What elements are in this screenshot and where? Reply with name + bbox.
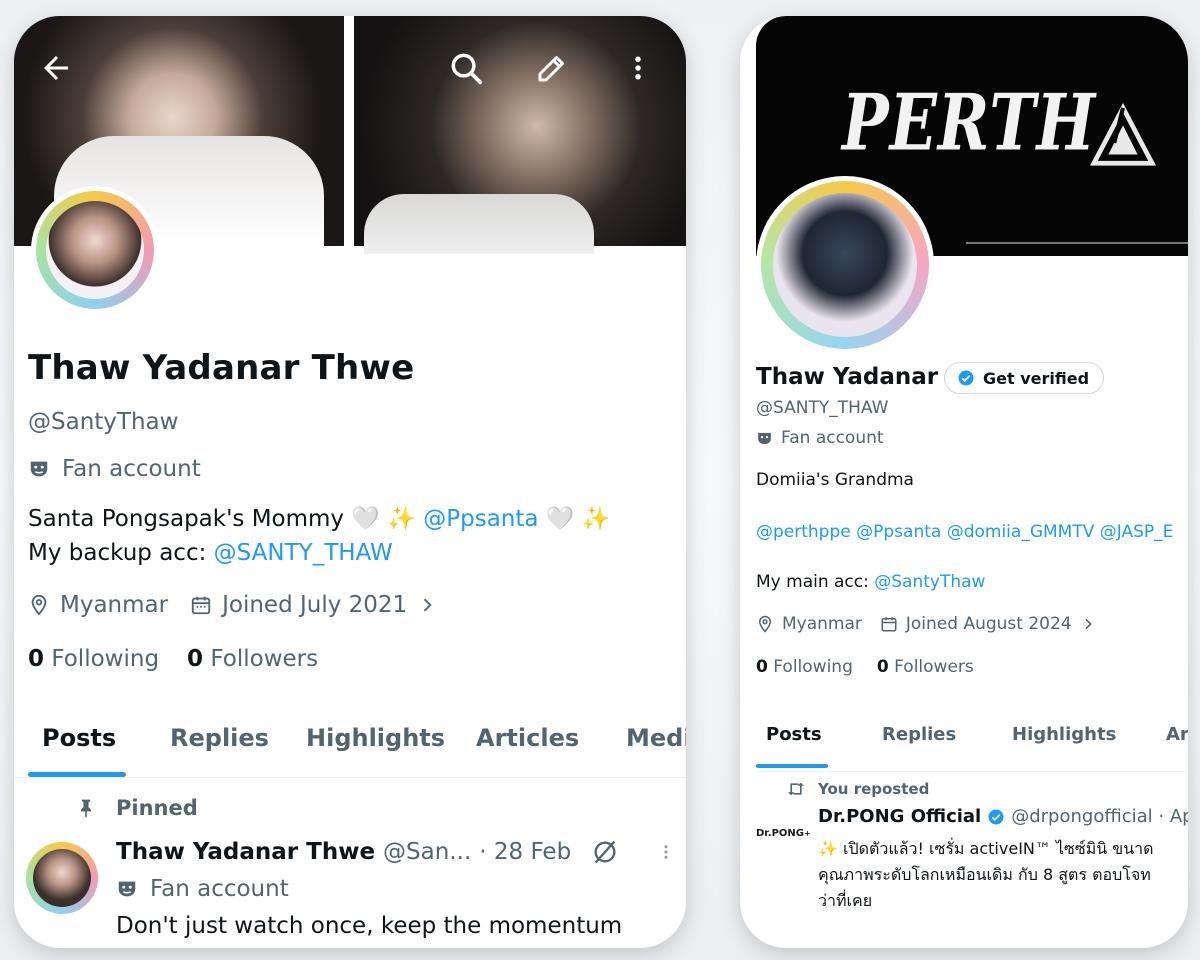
tab-highlights[interactable]: Highlights [1012,724,1116,745]
follow-stats: 0 Following 0 Followers [756,657,974,677]
post-author-name[interactable]: Dr.PONG Official [818,806,981,827]
location-pin-icon [31,594,47,616]
profile-tabs: Posts Replies Highlights Articles Medi [14,716,686,778]
calendar-icon [881,617,897,632]
back-button[interactable] [34,46,78,90]
tab-articles[interactable]: Articles [476,724,579,752]
fan-account-text: Fan account [781,428,884,448]
active-tab-indicator [28,772,126,777]
backup-acc-text: My backup acc: [28,540,207,566]
joined-date[interactable]: Joined August 2024 [906,614,1072,634]
following-link[interactable]: 0 Following [28,646,159,672]
heart-sparkle-emoji: 🤍 ✨ [351,506,416,532]
post-text-line-2: คุณภาพระดับโลกเหมือนเดิม กับ 8 สูตร ตอบโ… [818,865,1151,884]
location-text: Myanmar [60,592,169,618]
display-name: Thaw Yadanar [756,364,939,390]
theater-mask-icon [118,881,136,897]
profile-bio: Domiia's Grandma [756,470,914,490]
edit-button[interactable] [530,46,574,90]
chevron-right-icon[interactable] [417,595,437,615]
pinned-label: Pinned [76,796,198,820]
verified-badge-icon [988,809,1004,824]
more-vertical-icon[interactable] [657,838,675,866]
tweet-fan-text: Fan account [150,876,289,902]
post-header: Dr.PONG Official @drpongofficial · Ap [818,806,1188,827]
display-name: Thaw Yadanar Thwe [28,348,415,388]
tab-highlights[interactable]: Highlights [306,724,445,752]
profile-bio: Santa Pongsapak's Mommy 🤍 ✨ @Ppsanta 🤍 ✨… [28,502,610,570]
calendar-icon [191,596,211,615]
post-author-handle: @drpongofficial · Ap [1011,806,1188,827]
profile-meta: Myanmar Joined August 2024 [756,614,1096,634]
profile-avatar[interactable] [756,176,934,354]
more-button[interactable] [616,46,660,90]
tweet-avatar[interactable] [26,842,98,914]
bio-mention-link[interactable]: @Ppsanta [423,506,538,532]
tweet-author-handle: @San... [383,839,472,865]
fan-account-label: Fan account [756,428,884,448]
location-pin-icon [758,615,772,633]
theater-mask-icon [30,461,48,477]
user-handle: @SantyThaw [28,409,179,435]
following-link[interactable]: 0 Following [756,657,853,677]
main-acc-link[interactable]: @SantyThaw [874,572,985,592]
profile-meta: Myanmar Joined July 2021 [28,592,437,618]
post-text-line-1: ✨ เปิดตัวแล้ว! เซรั่ม activeIN™ ไซซ์มินิ… [818,839,1154,858]
repost-text: You reposted [818,780,930,798]
main-acc-line: My main acc: @SantyThaw [756,572,985,592]
theater-mask-icon [758,432,771,444]
tweet-fan-label: Fan account [116,876,289,902]
drpong-avatar[interactable]: Dr.PONG + [756,821,812,845]
more-vertical-icon [635,56,641,80]
search-button[interactable] [444,46,488,90]
search-icon [451,53,483,85]
fan-account-label: Fan account [28,456,201,482]
backup-acc-link[interactable]: @SANTY_THAW [214,540,393,566]
tab-posts[interactable]: Posts [766,724,822,745]
screenshot-canvas: Thaw Yadanar Thwe @SantyThaw Fan account… [0,0,1200,960]
right-profile-card: PERTH Thaw Yadanar Get verified @SANTY_T… [740,16,1188,948]
repost-icon [788,782,804,796]
get-verified-button[interactable]: Get verified [944,362,1105,394]
tab-media[interactable]: Medi [626,724,686,752]
main-acc-text: My main acc: [756,572,869,592]
tweet-date[interactable]: · 28 Feb [479,839,571,865]
profile-tabs: Posts Replies Highlights Ar [756,716,1188,772]
arrow-left-icon [44,56,68,80]
tweet-text: Don't just watch once, keep the momentum [116,913,623,939]
grok-icon[interactable] [591,838,619,866]
bio-mentions[interactable]: @perthppe @Ppsanta @domiia_GMMTV @JASP_E [756,522,1173,542]
followers-link[interactable]: 0 Followers [187,646,318,672]
repost-indicator: You reposted [786,780,929,798]
verified-badge-icon [958,370,974,386]
pencil-icon [538,56,564,82]
banner-logo-text: PERTH [842,76,1097,169]
tweet-author-name[interactable]: Thaw Yadanar Thwe [116,839,375,865]
banner-divider-line [966,242,1188,244]
get-verified-label: Get verified [983,368,1090,388]
tab-replies[interactable]: Replies [170,724,269,752]
follow-stats: 0 Following 0 Followers [28,646,318,672]
pin-icon [81,799,91,818]
left-profile-card: Thaw Yadanar Thwe @SantyThaw Fan account… [14,16,686,948]
post-text: ✨ เปิดตัวแล้ว! เซรั่ม activeIN™ ไซซ์มินิ… [818,836,1188,914]
pinned-text: Pinned [116,796,198,820]
heart-sparkle-emoji-end: 🤍 ✨ [545,506,611,532]
location-text: Myanmar [782,614,862,634]
joined-date[interactable]: Joined July 2021 [222,592,407,618]
fan-account-text: Fan account [62,456,201,482]
tab-articles[interactable]: Ar [1166,724,1188,745]
triangle-logo-icon [1089,102,1157,166]
chevron-right-icon[interactable] [1080,616,1096,632]
tab-replies[interactable]: Replies [882,724,956,745]
followers-link[interactable]: 0 Followers [877,657,974,677]
tab-posts[interactable]: Posts [42,724,116,752]
post-text-line-3: ว่าที่เคย [818,891,873,910]
bio-text: Santa Pongsapak's Mommy [28,506,345,532]
user-handle: @SANTY_THAW [756,398,889,418]
tweet-header: Thaw Yadanar Thwe @San... · 28 Feb [116,838,675,866]
active-tab-indicator [756,764,828,768]
profile-avatar[interactable] [31,186,159,314]
